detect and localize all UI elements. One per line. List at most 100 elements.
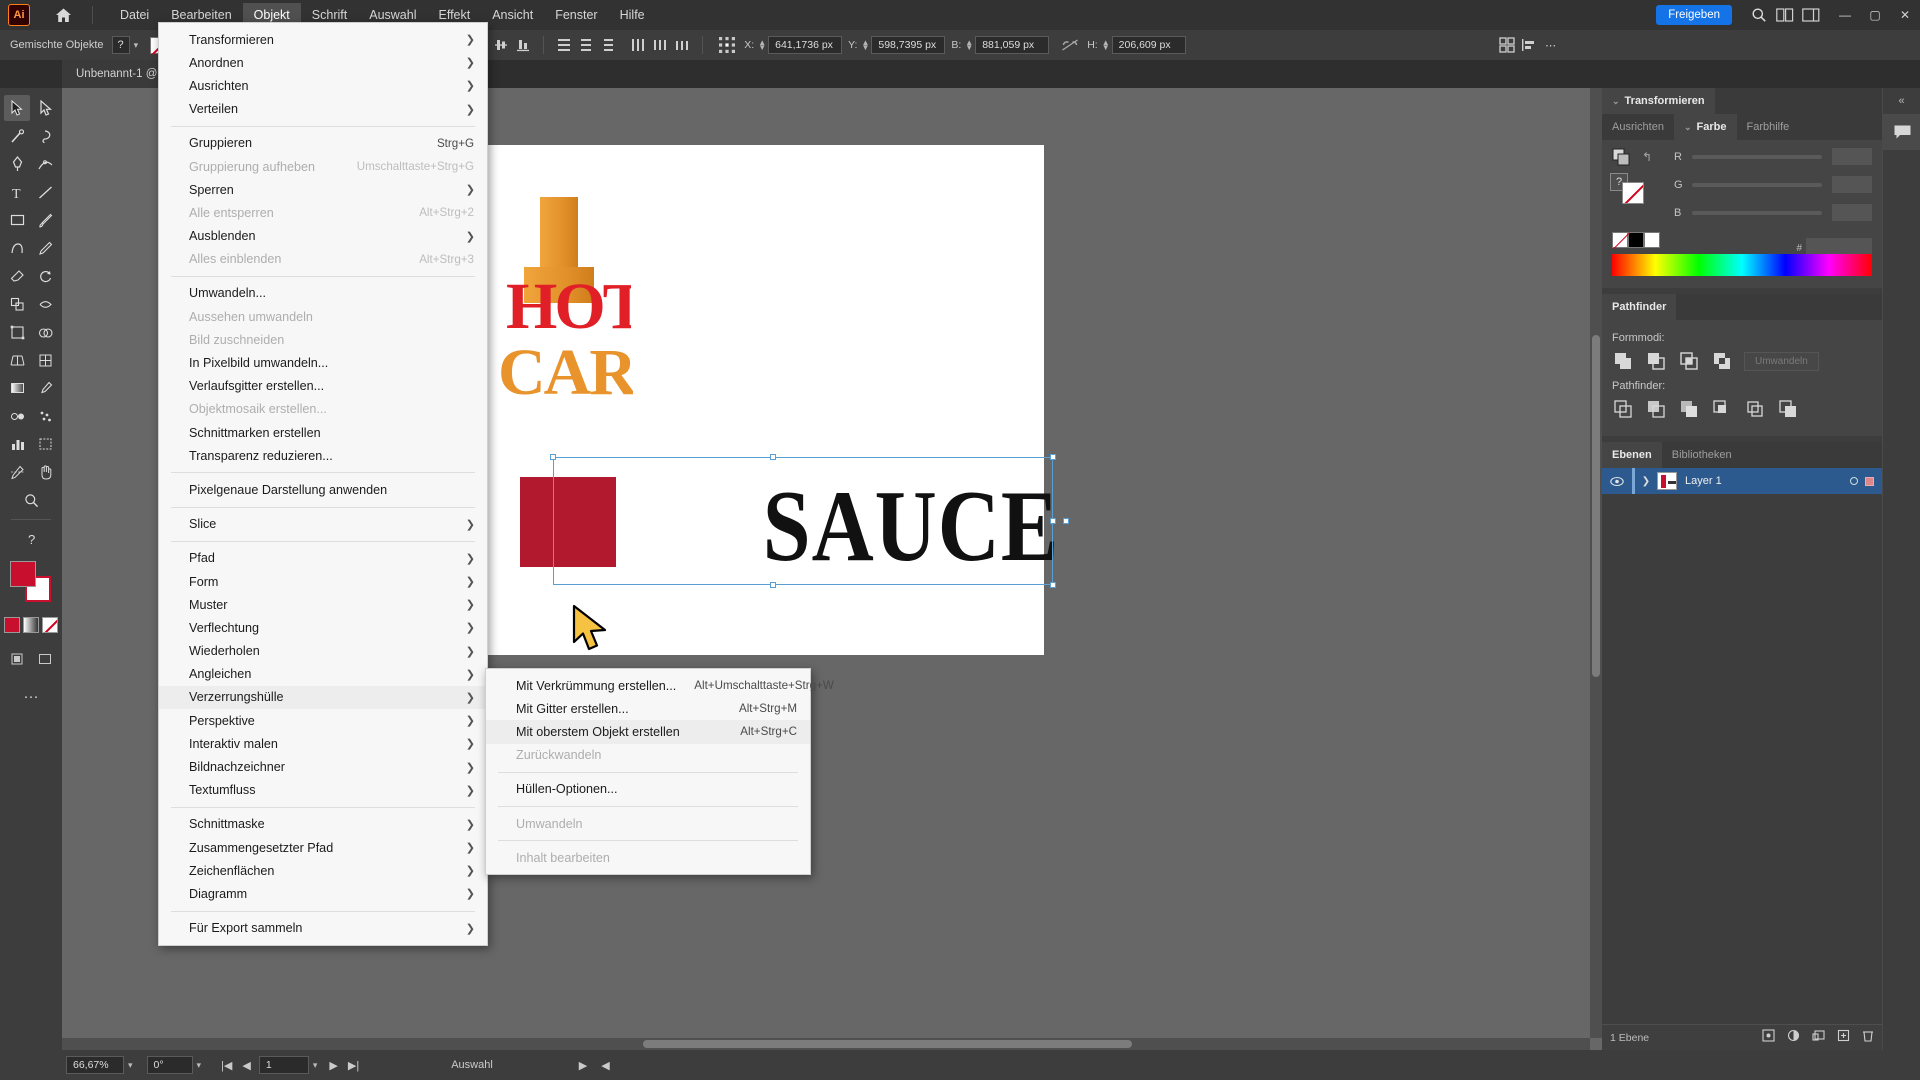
- artboard-nav-prev[interactable]: ◀: [242, 1059, 250, 1072]
- edit-toolbar-icon[interactable]: ···: [18, 683, 44, 709]
- artboard[interactable]: HOT CARB SAUCE: [488, 145, 1069, 655]
- line-segment-tool[interactable]: [32, 179, 58, 205]
- curvature-tool[interactable]: [32, 151, 58, 177]
- menu-item[interactable]: Wiederholen ❯: [159, 640, 487, 663]
- menu-item[interactable]: Verflechtung ❯: [159, 616, 487, 639]
- menu-item[interactable]: Textumfluss ❯: [159, 779, 487, 802]
- eye-icon[interactable]: [1602, 476, 1632, 487]
- width-tool[interactable]: [32, 291, 58, 317]
- close-button[interactable]: ✕: [1890, 0, 1920, 30]
- create-new-sublayer-icon[interactable]: [1812, 1029, 1825, 1047]
- menu-item[interactable]: Anordnen ❯: [159, 51, 487, 74]
- menu-item[interactable]: Transformieren ❯: [159, 28, 487, 51]
- reference-point-selector[interactable]: [716, 34, 738, 56]
- rotate-tool[interactable]: [32, 263, 58, 289]
- exclude-icon[interactable]: [1711, 350, 1733, 372]
- eraser-tool[interactable]: [4, 263, 30, 289]
- menubar-item-datei[interactable]: Datei: [109, 3, 160, 27]
- menubar-item-ansicht[interactable]: Ansicht: [481, 3, 544, 27]
- menu-item[interactable]: Pixelgenaue Darstellung anwenden: [159, 478, 487, 501]
- menu-item[interactable]: Zusammengesetzter Pfad ❯: [159, 836, 487, 859]
- status-prev-icon[interactable]: ◀: [601, 1059, 609, 1072]
- none-swatch-icon[interactable]: [40, 612, 59, 638]
- fill-stroke-proxy[interactable]: [1612, 148, 1632, 173]
- artboard-tool[interactable]: [32, 431, 58, 457]
- menubar-item-fenster[interactable]: Fenster: [544, 3, 608, 27]
- menu-item[interactable]: Hüllen-Optionen...: [486, 778, 810, 801]
- perspective-grid-tool[interactable]: [4, 347, 30, 373]
- arrange-control-icon[interactable]: [1496, 34, 1518, 56]
- distribute-vertical-center-icon[interactable]: [575, 34, 597, 56]
- selection-handle-top-right[interactable]: [1050, 454, 1056, 460]
- selection-tool[interactable]: [4, 95, 30, 121]
- home-icon[interactable]: [52, 4, 74, 26]
- channel-slider[interactable]: [1692, 182, 1822, 187]
- x-stepper[interactable]: ▲ ▼: [758, 39, 766, 52]
- carb-artwork-text[interactable]: CARB: [498, 341, 633, 404]
- free-transform-tool[interactable]: [4, 319, 30, 345]
- objekt-dropdown-menu[interactable]: Transformieren ❯ Anordnen ❯ Ausrichten ❯ Verte…: [158, 22, 488, 946]
- make-clipping-mask-icon[interactable]: [1787, 1029, 1800, 1047]
- channel-slider[interactable]: [1692, 210, 1822, 215]
- swap-fill-stroke-icon[interactable]: ↰: [1642, 150, 1652, 164]
- hot-artwork-text[interactable]: HOT: [506, 275, 631, 338]
- delete-selection-icon[interactable]: [1862, 1029, 1874, 1047]
- shaper-tool[interactable]: [4, 235, 30, 261]
- comment-icon[interactable]: [1883, 114, 1920, 150]
- collapse-panels-icon[interactable]: «: [1883, 92, 1920, 110]
- unite-icon[interactable]: [1612, 350, 1634, 372]
- rotation-input[interactable]: 0°: [146, 1056, 193, 1074]
- selected-art-indicator[interactable]: [1865, 476, 1874, 486]
- menu-item[interactable]: Slice ❯: [159, 513, 487, 536]
- scale-tool[interactable]: [4, 291, 30, 317]
- slice-tool[interactable]: [4, 459, 30, 485]
- menu-item[interactable]: Sperren ❯: [159, 178, 487, 201]
- locate-object-icon[interactable]: [1762, 1028, 1775, 1047]
- minus-back-icon[interactable]: [1777, 398, 1799, 420]
- help-tool-icon[interactable]: ?: [18, 526, 44, 552]
- menu-item[interactable]: Gruppieren Strg+G: [159, 132, 487, 155]
- menu-item[interactable]: Ausrichten ❯: [159, 74, 487, 97]
- gradient-swatch-icon[interactable]: [22, 612, 41, 638]
- color-swatch-red-icon[interactable]: [3, 612, 22, 638]
- no-stroke-swatch[interactable]: [1622, 182, 1644, 204]
- zoom-tool[interactable]: [18, 487, 44, 513]
- menu-item[interactable]: Verlaufsgitter erstellen...: [159, 375, 487, 398]
- fill-color-field[interactable]: ?: [111, 36, 130, 54]
- paintbrush-tool[interactable]: [32, 207, 58, 233]
- tab-transformieren[interactable]: ⌄ Transformieren: [1602, 88, 1715, 114]
- minimize-button[interactable]: —: [1830, 0, 1860, 30]
- outline-icon[interactable]: [1744, 398, 1766, 420]
- pen-tool[interactable]: [4, 151, 30, 177]
- height-stepper[interactable]: ▲ ▼: [1102, 39, 1110, 52]
- verzerrungshuelle-submenu[interactable]: Mit Verkrümmung erstellen... Alt+Umschalt…: [485, 668, 834, 876]
- swatch-black[interactable]: [1628, 232, 1644, 248]
- expand-button[interactable]: Umwandeln: [1744, 351, 1819, 371]
- tab-farbe[interactable]: ⌄ Farbe: [1673, 114, 1737, 140]
- hand-tool[interactable]: [32, 459, 58, 485]
- y-input[interactable]: 598,7395 px: [871, 36, 946, 54]
- hex-input[interactable]: [1806, 238, 1872, 254]
- arrange-documents-icon[interactable]: [1772, 0, 1798, 30]
- symbol-sprayer-tool[interactable]: [32, 403, 58, 429]
- artboard-nav-next[interactable]: ▶: [329, 1059, 337, 1072]
- align-center-vertical-icon[interactable]: [490, 34, 512, 56]
- merge-icon[interactable]: [1678, 398, 1700, 420]
- layer-name[interactable]: Layer 1: [1685, 475, 1722, 487]
- artboard-nav-last[interactable]: ▶|: [348, 1059, 359, 1072]
- canvas-vertical-scrollbar[interactable]: [1590, 88, 1602, 1038]
- menu-item[interactable]: Interaktiv malen ❯: [159, 732, 487, 755]
- chevron-right-icon[interactable]: ❯: [1635, 476, 1657, 487]
- height-input[interactable]: 206,609 px: [1111, 36, 1186, 54]
- tab-ebenen[interactable]: Ebenen: [1602, 442, 1662, 468]
- gradient-tool[interactable]: [4, 375, 30, 401]
- selection-handle-bottom-center[interactable]: [770, 582, 776, 588]
- y-stepper[interactable]: ▲ ▼: [861, 39, 869, 52]
- maximize-button[interactable]: ▢: [1860, 0, 1890, 30]
- menu-item[interactable]: Umwandeln...: [159, 282, 487, 305]
- menu-item[interactable]: Zeichenflächen ❯: [159, 859, 487, 882]
- artboard-number-input[interactable]: 1: [258, 1056, 309, 1074]
- tab-bibliotheken[interactable]: Bibliotheken: [1661, 442, 1742, 468]
- lasso-tool[interactable]: [32, 123, 58, 149]
- x-input[interactable]: 641,1736 px: [768, 36, 843, 54]
